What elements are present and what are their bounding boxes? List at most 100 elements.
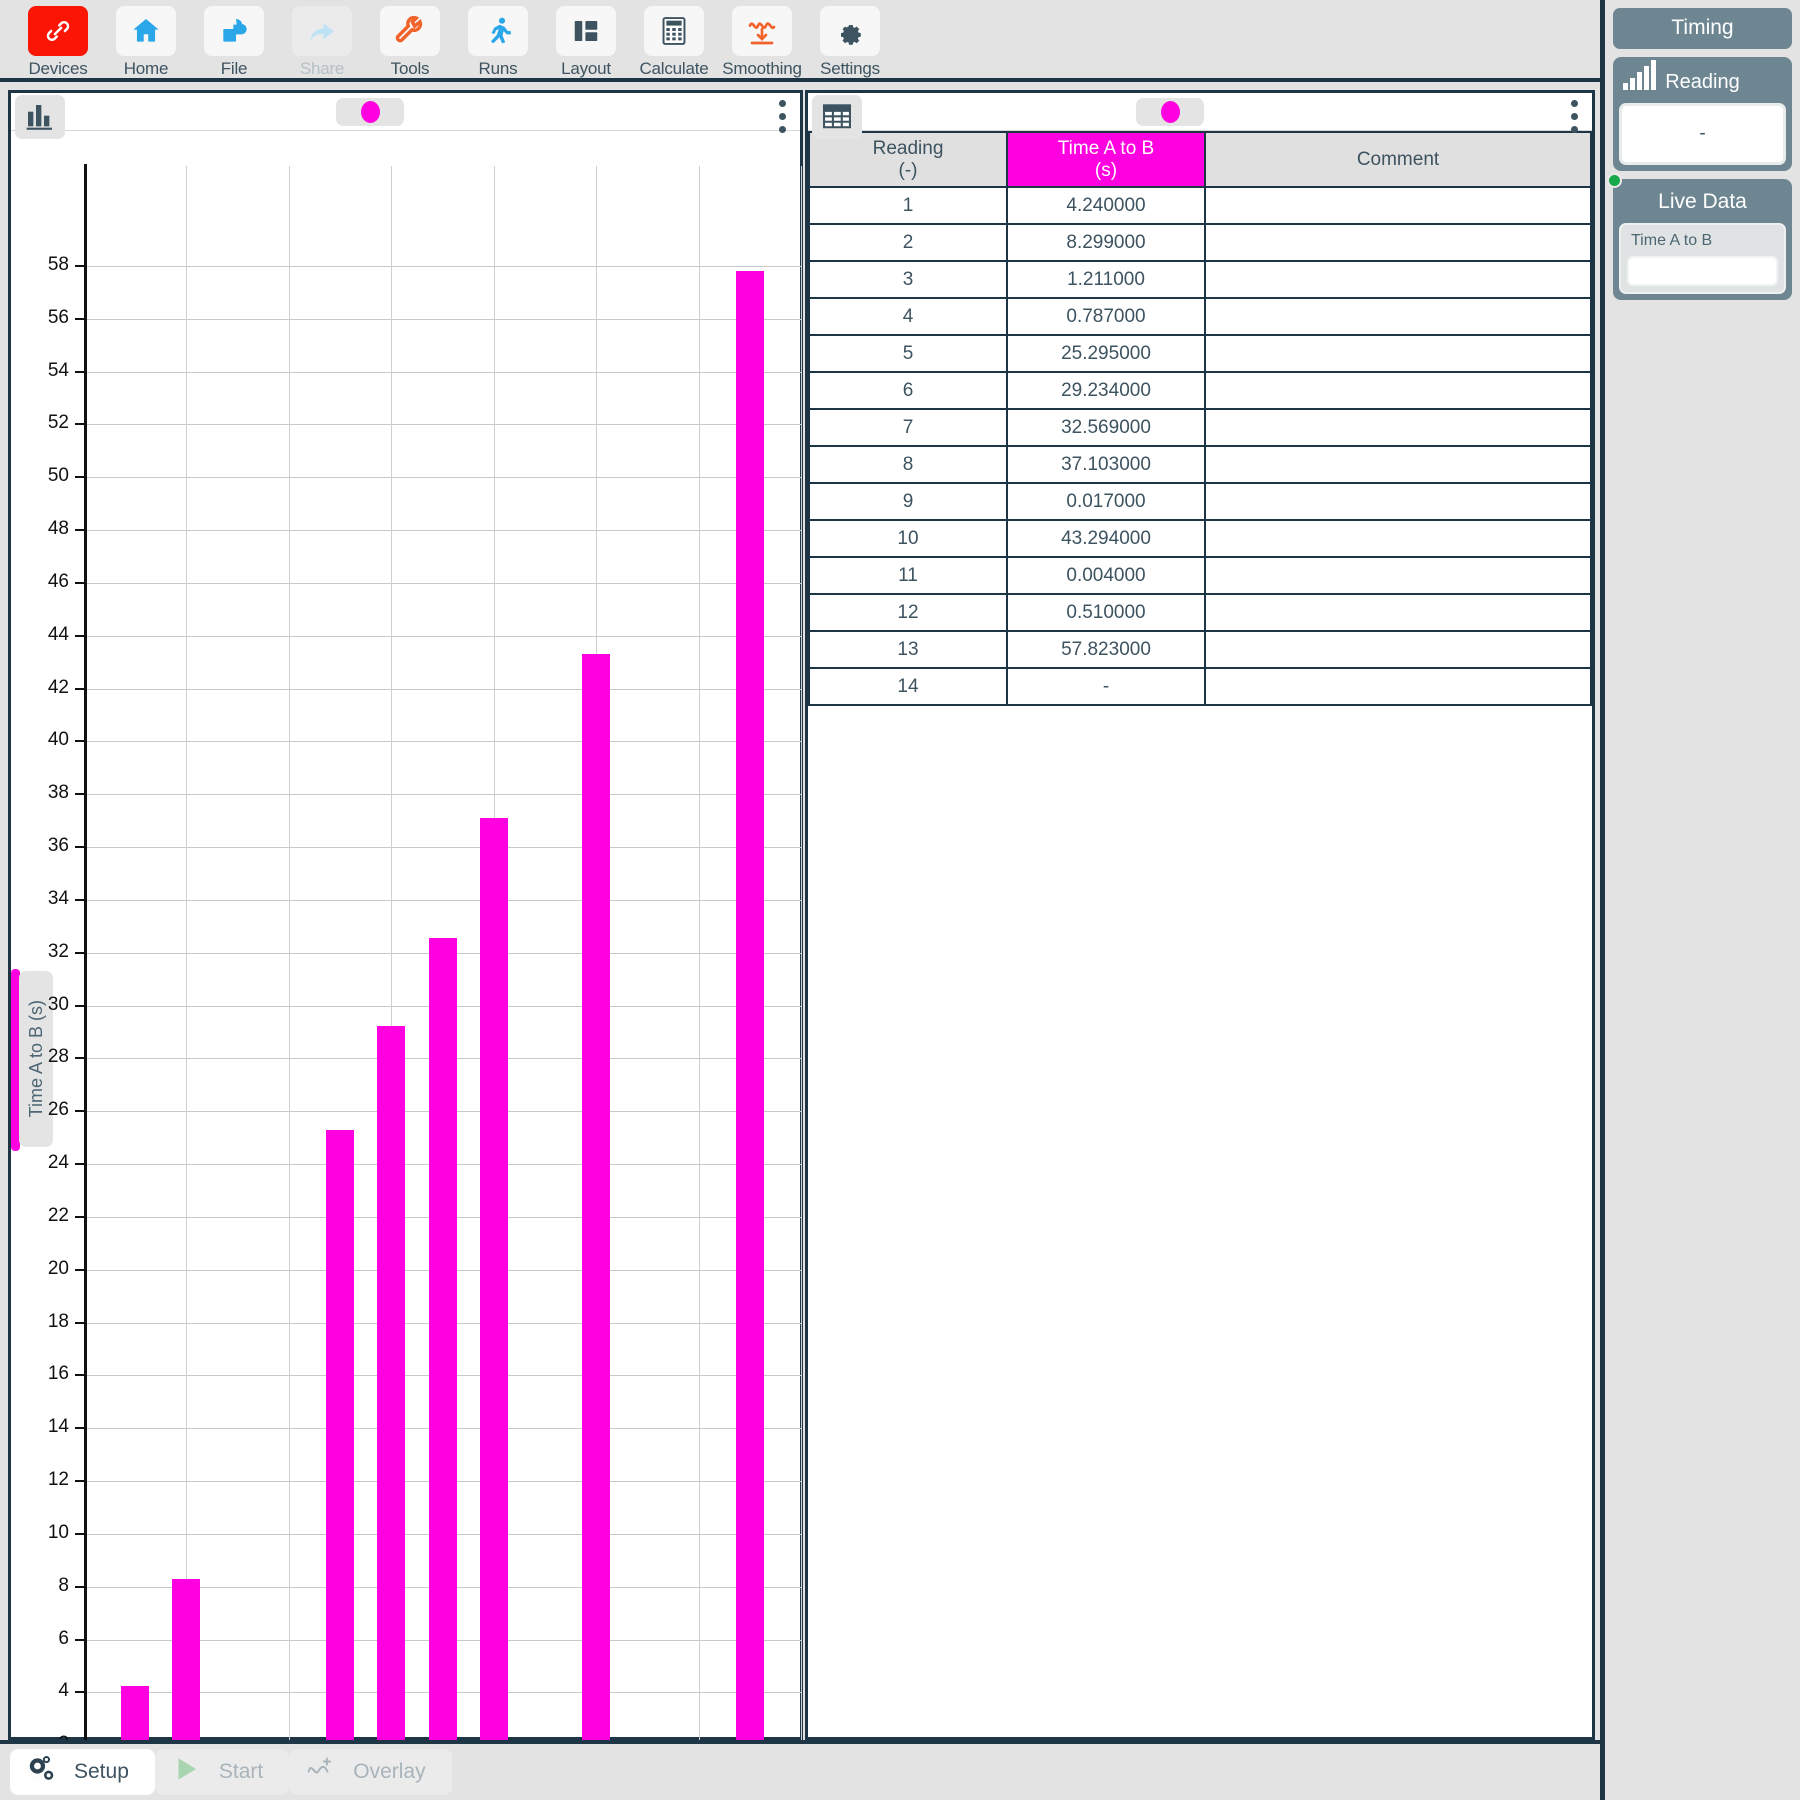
table-series-legend[interactable] xyxy=(1136,98,1204,126)
toolbar-item-settings[interactable]: Settings xyxy=(806,6,894,79)
cell-time-a-to-b[interactable]: 32.569000 xyxy=(1006,408,1206,447)
overlay-button[interactable]: Overlay xyxy=(289,1749,452,1795)
cell-comment[interactable] xyxy=(1204,223,1592,262)
column-header-comment[interactable]: Comment xyxy=(1204,131,1592,188)
table-row[interactable]: 11 0.004000 xyxy=(808,556,1592,595)
toolbar-item-layout[interactable]: Layout xyxy=(542,6,630,79)
cell-comment[interactable] xyxy=(1204,408,1592,447)
table-row[interactable]: 5 25.295000 xyxy=(808,334,1592,373)
cell-comment[interactable] xyxy=(1204,334,1592,373)
chart-area[interactable]: Time A to B (s) Reading 0246810121416182… xyxy=(11,131,803,1800)
table-row[interactable]: 7 32.569000 xyxy=(808,408,1592,447)
cell-comment[interactable] xyxy=(1204,482,1592,521)
main-toolbar: Devices Home File Share Tools Runs Layou… xyxy=(0,0,1600,82)
gridline-vertical xyxy=(186,166,188,1798)
graph-options-kebab-menu-icon[interactable] xyxy=(779,100,786,133)
gridline-vertical xyxy=(698,166,700,1798)
cell-time-a-to-b[interactable]: 0.510000 xyxy=(1006,593,1206,632)
cell-reading[interactable]: 8 xyxy=(808,445,1008,484)
cell-time-a-to-b[interactable]: 1.211000 xyxy=(1006,260,1206,299)
column-header-time-a-to-b[interactable]: Time A to B (s) xyxy=(1006,131,1206,188)
chart-bar[interactable] xyxy=(377,1025,406,1798)
cell-time-a-to-b[interactable]: 4.240000 xyxy=(1006,186,1206,225)
table-row[interactable]: 9 0.017000 xyxy=(808,482,1592,521)
cell-reading[interactable]: 2 xyxy=(808,223,1008,262)
table-row[interactable]: 8 37.103000 xyxy=(808,445,1592,484)
cell-reading[interactable]: 1 xyxy=(808,186,1008,225)
start-button-label: Start xyxy=(218,1760,264,1783)
toolbar-item-runs[interactable]: Runs xyxy=(454,6,542,79)
cell-comment[interactable] xyxy=(1204,186,1592,225)
cell-time-a-to-b[interactable]: 25.295000 xyxy=(1006,334,1206,373)
cell-comment[interactable] xyxy=(1204,519,1592,558)
table-row[interactable]: 3 1.211000 xyxy=(808,260,1592,299)
cell-reading[interactable]: 5 xyxy=(808,334,1008,373)
chart-bar[interactable] xyxy=(582,654,611,1798)
graph-panel-header xyxy=(11,93,800,139)
chart-bar[interactable] xyxy=(735,270,764,1798)
cell-time-a-to-b[interactable]: 37.103000 xyxy=(1006,445,1206,484)
cell-comment[interactable] xyxy=(1204,371,1592,410)
cell-time-a-to-b[interactable]: 57.823000 xyxy=(1006,630,1206,669)
cell-comment[interactable] xyxy=(1204,630,1592,669)
graph-series-legend[interactable] xyxy=(336,98,404,126)
toolbar-item-home[interactable]: Home xyxy=(102,6,190,79)
setup-button[interactable]: Setup xyxy=(10,1749,155,1795)
cell-comment[interactable] xyxy=(1204,297,1592,336)
cell-comment[interactable] xyxy=(1204,593,1592,632)
table-row[interactable]: 14- xyxy=(808,667,1592,706)
toolbar-item-smoothing[interactable]: Smoothing xyxy=(718,6,806,79)
toolbar-item-file[interactable]: File xyxy=(190,6,278,79)
toolbar-item-share[interactable]: Share xyxy=(278,6,366,79)
table-row[interactable]: 13 57.823000 xyxy=(808,630,1592,669)
table-options-kebab-menu-icon[interactable] xyxy=(1571,100,1578,133)
cell-time-a-to-b[interactable]: 0.004000 xyxy=(1006,556,1206,595)
cell-time-a-to-b[interactable]: 0.787000 xyxy=(1006,297,1206,336)
y-axis-tick xyxy=(75,793,85,796)
cell-reading[interactable]: 9 xyxy=(808,482,1008,521)
cell-comment[interactable] xyxy=(1204,445,1592,484)
cell-time-a-to-b[interactable]: 29.234000 xyxy=(1006,371,1206,410)
cell-comment[interactable] xyxy=(1204,260,1592,299)
cell-reading[interactable]: 14 xyxy=(808,667,1008,706)
cell-comment[interactable] xyxy=(1204,556,1592,595)
bottom-toolbar: Setup Start Overlay xyxy=(0,1740,1600,1800)
y-axis-tick xyxy=(75,1427,85,1430)
table-row[interactable]: 6 29.234000 xyxy=(808,371,1592,410)
toolbar-item-calculate[interactable]: Calculate xyxy=(630,6,718,79)
table-grid-icon[interactable] xyxy=(812,95,862,139)
cell-time-a-to-b[interactable]: - xyxy=(1006,667,1206,706)
table-row[interactable]: 1 4.240000 xyxy=(808,186,1592,225)
start-button[interactable]: Start xyxy=(154,1749,290,1795)
toolbar-item-tools[interactable]: Tools xyxy=(366,6,454,79)
cell-reading[interactable]: 3 xyxy=(808,260,1008,299)
cell-time-a-to-b[interactable]: 43.294000 xyxy=(1006,519,1206,558)
toolbar-label: Calculate xyxy=(639,59,709,78)
reading-card-header: Reading xyxy=(1619,60,1786,101)
y-axis-tick xyxy=(75,898,85,901)
y-axis-tick xyxy=(75,1374,85,1377)
cell-reading[interactable]: 7 xyxy=(808,408,1008,447)
toolbar-item-devices[interactable]: Devices xyxy=(14,6,102,79)
cell-reading[interactable]: 12 xyxy=(808,593,1008,632)
cell-reading[interactable]: 11 xyxy=(808,556,1008,595)
cell-reading[interactable]: 6 xyxy=(808,371,1008,410)
chart-bar[interactable] xyxy=(479,817,508,1798)
chart-bar[interactable] xyxy=(428,937,457,1798)
chart-bar[interactable] xyxy=(326,1129,355,1798)
y-axis-tick-label: 16 xyxy=(47,1363,69,1385)
table-row[interactable]: 2 8.299000 xyxy=(808,223,1592,262)
cell-time-a-to-b[interactable]: 8.299000 xyxy=(1006,223,1206,262)
table-row[interactable]: 12 0.510000 xyxy=(808,593,1592,632)
cell-comment[interactable] xyxy=(1204,667,1592,706)
cell-reading[interactable]: 13 xyxy=(808,630,1008,669)
table-row[interactable]: 10 43.294000 xyxy=(808,519,1592,558)
cell-reading[interactable]: 10 xyxy=(808,519,1008,558)
column-header-reading[interactable]: Reading (-) xyxy=(808,131,1008,188)
data-table[interactable]: Reading (-) Time A to B (s) Comment 1 4.2… xyxy=(808,131,1592,706)
cell-time-a-to-b[interactable]: 0.017000 xyxy=(1006,482,1206,521)
cell-reading[interactable]: 4 xyxy=(808,297,1008,336)
table-row[interactable]: 4 0.787000 xyxy=(808,297,1592,336)
live-data-item[interactable]: Time A to B xyxy=(1619,223,1786,294)
gridline-horizontal xyxy=(84,477,801,479)
